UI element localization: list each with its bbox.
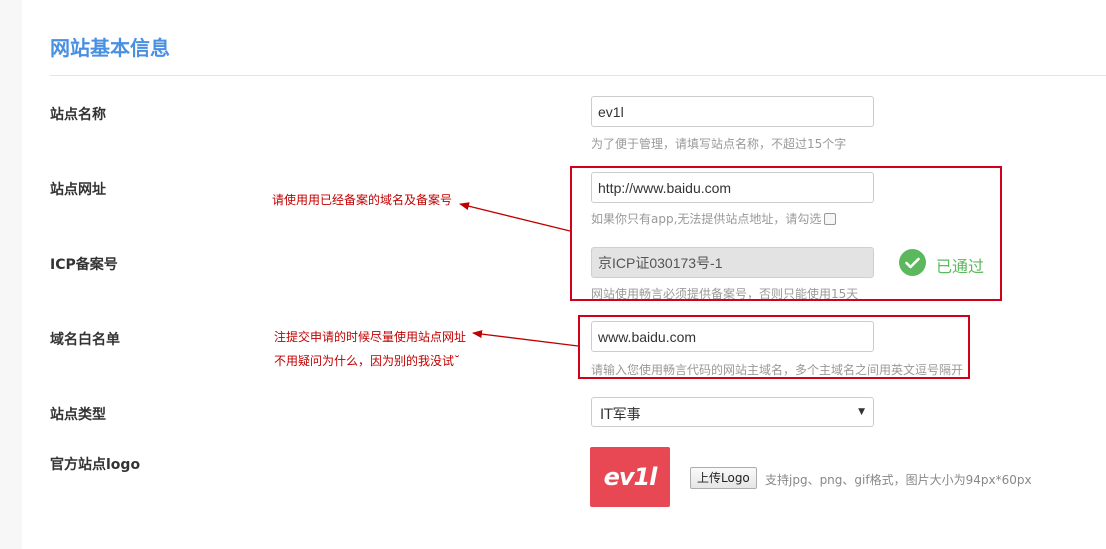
site-name-input[interactable] <box>591 96 874 127</box>
annotation-box-whitelist <box>578 315 970 379</box>
annotation-arrow-1 <box>459 202 571 232</box>
site-logo-image: ev1l <box>590 447 670 507</box>
annotation-arrow-2 <box>472 330 579 347</box>
site-name-label: 站点名称 <box>50 107 106 123</box>
logo-label: 官方站点logo <box>50 457 141 473</box>
annotation-note-whitelist-2: 不用疑问为什么，因为别的我没试˘ <box>274 354 461 368</box>
site-info-page: 网站基本信息 站点名称 为了便于管理，请填写站点名称，不超过15个字 站点网址 … <box>0 0 1106 549</box>
title-divider <box>50 75 1106 76</box>
annotation-note-icp: 请使用用已经备案的域名及备案号 <box>272 193 453 207</box>
site-name-help: 为了便于管理，请填写站点名称，不超过15个字 <box>591 137 847 151</box>
annotation-note-whitelist: 注提交申请的时候尽量使用站点网址 <box>274 330 467 344</box>
domain-whitelist-label: 域名白名单 <box>50 332 120 348</box>
site-type-label: 站点类型 <box>50 407 106 423</box>
left-gutter <box>0 0 22 549</box>
annotation-box-url-icp <box>570 166 1002 301</box>
icp-label: ICP备案号 <box>50 257 118 273</box>
site-url-label: 站点网址 <box>50 182 106 198</box>
upload-logo-button[interactable]: 上传Logo <box>690 467 757 489</box>
page-title: 网站基本信息 <box>50 36 170 60</box>
site-type-select[interactable]: IT军事 ▼ <box>591 397 874 427</box>
logo-format-hint: 支持jpg、png、gif格式，图片大小为94px*60px <box>765 473 1032 487</box>
site-type-selected: IT军事 <box>600 407 641 423</box>
chevron-down-icon: ▼ <box>858 407 865 417</box>
